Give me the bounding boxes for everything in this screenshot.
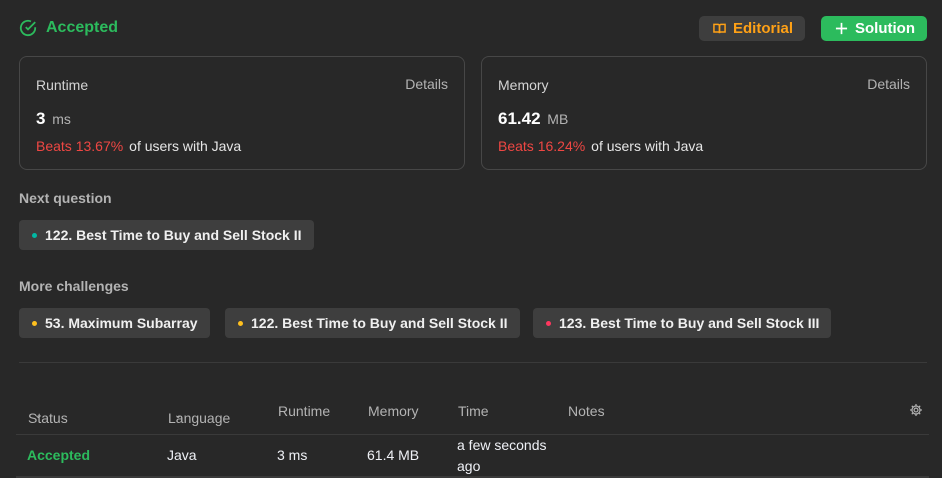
memory-beats-percent: Beats 16.24%: [498, 138, 586, 154]
chevron-down-icon: ⌄: [34, 410, 43, 421]
book-icon: [713, 23, 726, 33]
runtime-beats: Beats 13.67% of users with Java: [36, 138, 241, 154]
column-runtime: Runtime: [278, 403, 331, 419]
header-actions: Editorial Solution: [698, 15, 927, 41]
chevron-down-icon: ⌄: [174, 410, 183, 421]
status-label: Accepted: [46, 19, 119, 36]
check-circle-icon: [19, 19, 37, 37]
runtime-card[interactable]: Runtime Details 3 ms Beats 13.67% of user…: [19, 56, 465, 170]
memory-beats: Beats 16.24% of users with Java: [498, 138, 703, 154]
memory-value: 61.42: [498, 109, 541, 128]
column-time: Time: [458, 403, 489, 419]
challenge-title: 122. Best Time to Buy and Sell Stock II: [251, 315, 508, 331]
section-divider: [19, 362, 927, 363]
column-notes: Notes: [568, 403, 605, 419]
column-memory: Memory: [368, 403, 419, 419]
challenge-chip-stock-ii[interactable]: 122. Best Time to Buy and Sell Stock II: [225, 308, 520, 338]
memory-details-link[interactable]: Details: [867, 76, 910, 92]
editorial-button[interactable]: Editorial: [698, 15, 805, 41]
challenge-title: 123. Best Time to Buy and Sell Stock III: [559, 315, 820, 331]
more-challenges-label: More challenges: [19, 278, 129, 294]
next-question-chip[interactable]: 122. Best Time to Buy and Sell Stock II: [19, 220, 314, 250]
runtime-value-block: 3 ms: [36, 109, 71, 129]
row-memory: 61.4 MB: [367, 447, 420, 463]
submission-status: Accepted: [19, 19, 118, 37]
row-time-line2: ago: [457, 458, 481, 474]
difficulty-dot-icon: [546, 320, 551, 326]
difficulty-dot-icon: [32, 320, 37, 326]
gear-icon[interactable]: [909, 403, 923, 417]
runtime-beats-percent: Beats 13.67%: [36, 138, 124, 154]
challenge-chip-maximum-subarray[interactable]: 53. Maximum Subarray: [19, 308, 210, 338]
table-row[interactable]: Accepted Java 3 ms 61.4 MB a few seconds…: [16, 435, 929, 478]
runtime-value: 3: [36, 109, 46, 128]
challenge-chip-stock-iii[interactable]: 123. Best Time to Buy and Sell Stock III: [533, 308, 832, 338]
runtime-details-link[interactable]: Details: [405, 76, 448, 92]
memory-title: Memory: [498, 77, 549, 93]
difficulty-dot-icon: [32, 232, 37, 238]
plus-icon: [835, 22, 848, 34]
submissions-table-header: Status ⌄ Language ⌄ Runtime Memory Time No…: [16, 396, 929, 426]
submission-header: Accepted Editorial Solution: [19, 14, 927, 42]
editorial-label: Editorial: [732, 19, 793, 37]
runtime-title: Runtime: [36, 77, 89, 93]
runtime-unit: ms: [52, 111, 71, 127]
difficulty-dot-icon: [238, 320, 243, 326]
next-question-title: 122. Best Time to Buy and Sell Stock II: [45, 227, 302, 243]
runtime-beats-suffix: of users with Java: [129, 138, 242, 154]
solution-button[interactable]: Solution: [821, 15, 927, 41]
row-time-line1: a few seconds: [457, 437, 547, 453]
row-runtime: 3 ms: [277, 447, 308, 463]
memory-unit: MB: [547, 111, 569, 127]
memory-beats-suffix: of users with Java: [591, 138, 704, 154]
next-question-label: Next question: [19, 190, 112, 206]
memory-value-block: 61.42 MB: [498, 109, 568, 129]
row-language: Java: [167, 447, 197, 463]
solution-label: Solution: [855, 19, 915, 37]
row-status[interactable]: Accepted: [27, 447, 90, 463]
memory-card[interactable]: Memory Details 61.42 MB Beats 16.24% of u…: [481, 56, 927, 170]
challenge-title: 53. Maximum Subarray: [45, 315, 198, 331]
